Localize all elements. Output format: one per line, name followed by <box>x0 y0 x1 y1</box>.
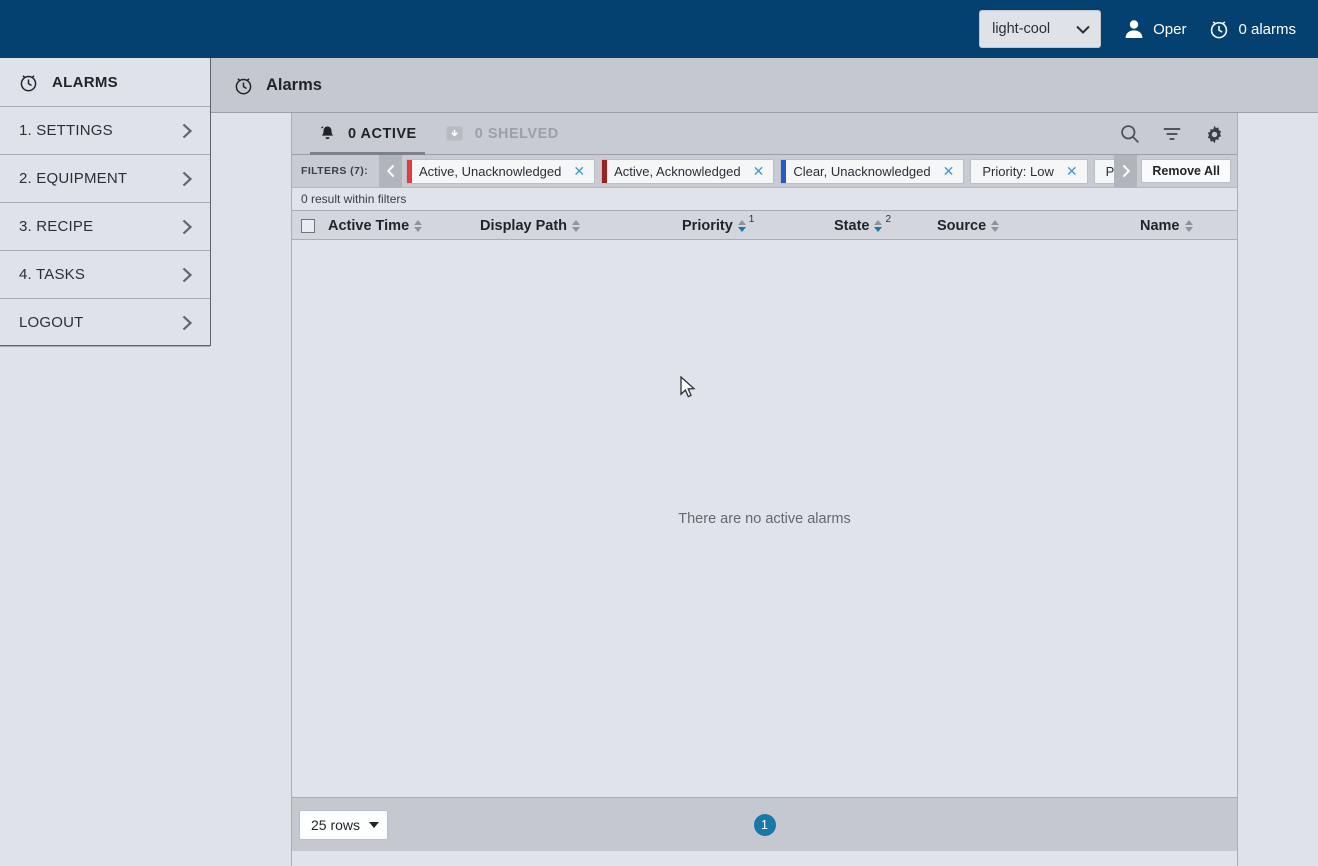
page-header: Alarms <box>211 58 1318 113</box>
alarm-tabs: 0 ACTIVE 0 SHELVED <box>292 113 1237 155</box>
sidebar-item-recipe[interactable]: 3. RECIPE <box>0 203 210 251</box>
sidebar-item-label: 1. SETTINGS <box>19 122 113 139</box>
sort-arrows-icon <box>991 220 1000 232</box>
sidebar-item-label: 3. RECIPE <box>19 218 94 235</box>
select-all-checkbox[interactable] <box>301 219 315 233</box>
shelve-box-icon <box>445 124 464 143</box>
column-label: Name <box>1140 218 1180 234</box>
sort-arrows-icon <box>737 220 746 232</box>
column-header-state[interactable]: State 2 <box>834 211 891 241</box>
page-title: Alarms <box>266 75 322 94</box>
chip-label: Priority: Medium <box>1105 163 1115 179</box>
table-footer: 25 rows 1 <box>292 797 1237 851</box>
caret-down-icon <box>369 821 380 828</box>
result-count-label: 0 result within filters <box>292 188 1237 210</box>
filters-scroll-left-button[interactable] <box>379 155 403 187</box>
alarm-clock-icon <box>1208 18 1230 40</box>
column-label: Source <box>937 218 987 234</box>
chevron-down-icon <box>1076 25 1090 34</box>
close-icon[interactable]: ✕ <box>1063 164 1081 178</box>
column-label: Active Time <box>328 218 410 234</box>
sidebar-item-settings[interactable]: 1. SETTINGS <box>0 107 210 155</box>
filter-chip-list: Active, Unacknowledged ✕ Active, Acknowl… <box>402 155 1115 187</box>
close-icon[interactable]: ✕ <box>750 164 768 178</box>
theme-select-value: light-cool <box>992 21 1051 37</box>
sidebar-header: ALARMS <box>0 58 210 107</box>
chevron-right-icon <box>182 171 193 187</box>
alarm-panel: 0 ACTIVE 0 SHELVED FILTERS (7): Active, … <box>291 113 1238 866</box>
sort-rank: 2 <box>885 214 892 225</box>
chevron-right-icon <box>182 267 193 283</box>
close-icon[interactable]: ✕ <box>940 164 958 178</box>
sort-rank: 1 <box>748 214 755 225</box>
filter-chip[interactable]: Priority: Medium ✕ <box>1093 158 1115 184</box>
alarm-toolbar <box>1117 113 1227 155</box>
filter-chip[interactable]: Active, Acknowledged ✕ <box>601 158 775 184</box>
sidebar-item-label: 4. TASKS <box>19 266 86 283</box>
sort-arrows-icon <box>572 220 581 232</box>
chip-label: Active, Unacknowledged <box>419 163 562 179</box>
column-header-source[interactable]: Source <box>937 211 1000 241</box>
user-label: Oper <box>1153 20 1187 38</box>
person-icon <box>1123 18 1145 40</box>
filters-scroll-right-button[interactable] <box>1114 155 1138 187</box>
sort-arrows-icon <box>414 220 423 232</box>
sidebar-item-label: 2. EQUIPMENT <box>19 170 128 187</box>
alarm-count-label: 0 alarms <box>1238 20 1296 38</box>
alarm-clock-icon <box>18 72 39 93</box>
gear-icon[interactable] <box>1201 121 1227 147</box>
column-header-display-path[interactable]: Display Path <box>480 211 581 241</box>
theme-select[interactable]: light-cool <box>979 10 1102 48</box>
filters-label: FILTERS (7): <box>301 165 369 177</box>
tab-active-alarms[interactable]: 0 ACTIVE <box>304 113 431 155</box>
sort-arrows-icon <box>874 220 883 232</box>
empty-state-message: There are no active alarms <box>678 510 851 527</box>
filter-chip[interactable]: Clear, Unacknowledged ✕ <box>780 158 965 184</box>
tab-shelved-alarms[interactable]: 0 SHELVED <box>431 113 573 155</box>
column-label: Display Path <box>480 218 568 234</box>
search-icon[interactable] <box>1117 121 1143 147</box>
page-number-button[interactable]: 1 <box>753 813 776 836</box>
rows-per-page-select[interactable]: 25 rows <box>299 809 389 840</box>
column-header-priority[interactable]: Priority 1 <box>682 211 754 241</box>
sidebar-item-tasks[interactable]: 4. TASKS <box>0 251 210 299</box>
chip-label: Active, Acknowledged <box>614 163 741 179</box>
filter-chip[interactable]: Active, Unacknowledged ✕ <box>406 158 596 184</box>
alarm-count-indicator[interactable]: 0 alarms <box>1208 18 1296 40</box>
chevron-right-icon <box>182 315 193 331</box>
chip-label: Clear, Unacknowledged <box>793 163 931 179</box>
user-indicator[interactable]: Oper <box>1123 18 1186 40</box>
chip-label: Priority: Low <box>982 163 1054 179</box>
sidebar-item-logout[interactable]: LOGOUT <box>0 299 210 347</box>
sort-arrows-icon <box>1184 220 1193 232</box>
bell-icon <box>318 124 337 143</box>
chevron-right-icon <box>182 219 193 235</box>
column-label: State <box>834 218 870 234</box>
table-body: There are no active alarms <box>292 240 1237 797</box>
top-bar: light-cool Oper 0 alarms <box>0 0 1318 58</box>
sidebar: ALARMS 1. SETTINGS 2. EQUIPMENT 3. RECIP… <box>0 58 211 347</box>
column-header-active-time[interactable]: Active Time <box>328 211 423 241</box>
filter-bar: FILTERS (7): Active, Unacknowledged ✕ Ac… <box>292 155 1237 188</box>
sidebar-item-label: LOGOUT <box>19 314 84 331</box>
sidebar-item-equipment[interactable]: 2. EQUIPMENT <box>0 155 210 203</box>
tab-label: 0 ACTIVE <box>348 125 417 142</box>
tab-label: 0 SHELVED <box>474 125 559 142</box>
filter-icon[interactable] <box>1159 121 1185 147</box>
close-icon[interactable]: ✕ <box>570 164 588 178</box>
sidebar-header-label: ALARMS <box>52 73 118 91</box>
rows-per-page-value: 25 rows <box>311 816 361 833</box>
column-header-name[interactable]: Name <box>1140 211 1193 241</box>
chevron-right-icon <box>182 123 193 139</box>
table-header-row: Active Time Display Path Priority 1 Stat… <box>292 210 1237 240</box>
column-label: Priority <box>682 218 733 234</box>
filter-chip[interactable]: Priority: Low ✕ <box>970 158 1088 184</box>
remove-all-filters-button[interactable]: Remove All <box>1141 159 1231 183</box>
alarm-clock-icon <box>233 75 254 96</box>
